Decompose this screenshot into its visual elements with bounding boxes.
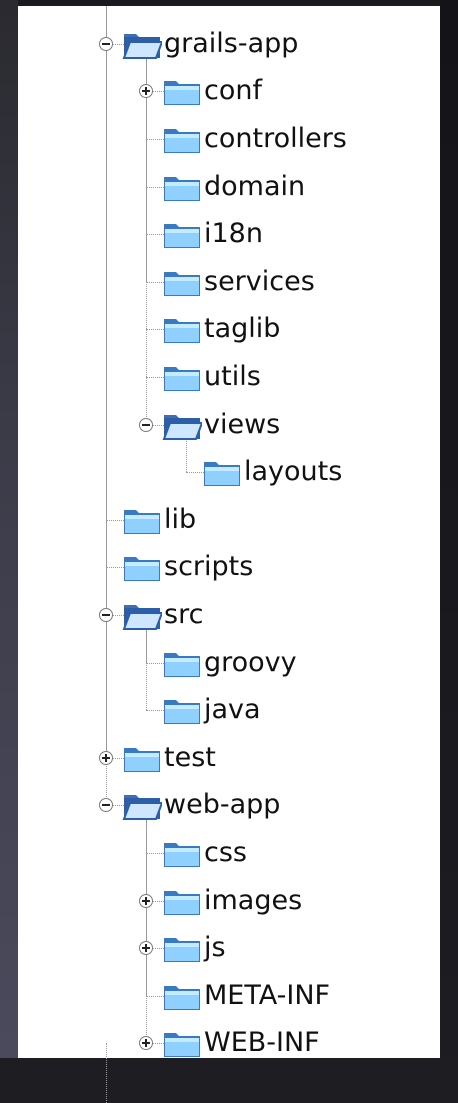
tree-item-label: domain: [204, 170, 306, 202]
tree-item-groovy[interactable]: groovy: [18, 641, 428, 685]
folder-icon: [162, 694, 202, 726]
tree-item-grails-app[interactable]: grails-app: [18, 22, 428, 66]
folder-icon: [162, 1027, 202, 1059]
tree-item-label: scripts: [164, 551, 254, 583]
collapse-icon[interactable]: [139, 417, 153, 432]
folder-icon: [122, 742, 162, 774]
expand-icon[interactable]: [139, 84, 153, 99]
tree-item-src[interactable]: src: [18, 593, 428, 637]
tree-item-test[interactable]: test: [18, 736, 428, 780]
tree-item-label: conf: [204, 75, 262, 107]
tree-item-meta-inf[interactable]: META-INF: [18, 974, 428, 1018]
tree-item-views[interactable]: views: [18, 403, 428, 447]
tree-item-web-app[interactable]: web-app: [18, 783, 428, 827]
tree-item-label: services: [204, 265, 315, 297]
tree-item-label: groovy: [204, 646, 297, 678]
folder-icon: [202, 456, 242, 488]
folder-icon: [162, 218, 202, 250]
window-frame-left: [0, 0, 18, 1058]
folder-icon: [162, 361, 202, 393]
tree-item-label: WEB-INF: [204, 1027, 320, 1059]
tree-item-label: views: [204, 408, 281, 440]
tree-item-images[interactable]: images: [18, 879, 428, 923]
collapse-icon[interactable]: [99, 798, 113, 813]
open-folder-icon: [162, 409, 202, 441]
project-tree: grails-app conf controllers domain i18n servi…: [18, 6, 440, 1103]
expand-icon[interactable]: [99, 750, 113, 765]
folder-icon: [122, 504, 162, 536]
tree-item-utils[interactable]: utils: [18, 355, 428, 399]
tree-item-scripts[interactable]: scripts: [18, 545, 428, 589]
tree-item-label: META-INF: [204, 979, 331, 1011]
project-tree-panel: grails-app conf controllers domain i18n servi…: [18, 6, 440, 1103]
tree-item-controllers[interactable]: controllers: [18, 117, 428, 161]
tree-item-css[interactable]: css: [18, 831, 428, 875]
folder-icon: [162, 266, 202, 298]
tree-item-label: images: [204, 884, 303, 916]
tree-item-lib[interactable]: lib: [18, 498, 428, 542]
tree-item-label: grails-app: [164, 27, 299, 59]
expand-icon[interactable]: [139, 1036, 153, 1051]
folder-icon: [162, 647, 202, 679]
tree-item-label: i18n: [204, 218, 263, 250]
open-folder-icon: [122, 599, 162, 631]
tree-item-services[interactable]: services: [18, 260, 428, 304]
folder-icon: [162, 123, 202, 155]
tree-item-label: css: [204, 837, 247, 868]
tree-item-layouts[interactable]: layouts: [18, 450, 428, 494]
folder-icon: [122, 551, 162, 583]
tree-item-label: test: [164, 741, 216, 773]
collapse-icon[interactable]: [99, 36, 113, 51]
folder-icon: [162, 980, 202, 1012]
tree-item-label: src: [164, 599, 204, 630]
tree-item-domain[interactable]: domain: [18, 165, 428, 209]
tree-item-i18n[interactable]: i18n: [18, 212, 428, 256]
folder-icon: [162, 313, 202, 345]
tree-item-label: web-app: [164, 789, 281, 821]
window-frame-right: [440, 0, 458, 1058]
tree-item-web-inf[interactable]: WEB-INF: [18, 1021, 428, 1065]
tree-item-java[interactable]: java: [18, 688, 428, 732]
expand-icon[interactable]: [139, 941, 153, 956]
folder-icon: [162, 837, 202, 869]
tree-item-js[interactable]: js: [18, 926, 428, 970]
expand-icon[interactable]: [139, 893, 153, 908]
tree-item-label: controllers: [204, 123, 347, 154]
open-folder-icon: [122, 789, 162, 821]
folder-icon: [162, 171, 202, 203]
folder-icon: [162, 932, 202, 964]
open-folder-icon: [122, 28, 162, 60]
folder-icon: [162, 885, 202, 917]
tree-item-label: layouts: [244, 456, 343, 488]
folder-icon: [162, 75, 202, 107]
tree-item-label: java: [204, 694, 261, 726]
tree-item-label: taglib: [204, 313, 281, 345]
tree-item-label: lib: [164, 503, 197, 535]
collapse-icon[interactable]: [99, 608, 113, 622]
tree-item-taglib[interactable]: taglib: [18, 307, 428, 351]
tree-item-label: js: [204, 932, 226, 964]
tree-item-conf[interactable]: conf: [18, 69, 428, 113]
tree-item-label: utils: [204, 361, 261, 392]
